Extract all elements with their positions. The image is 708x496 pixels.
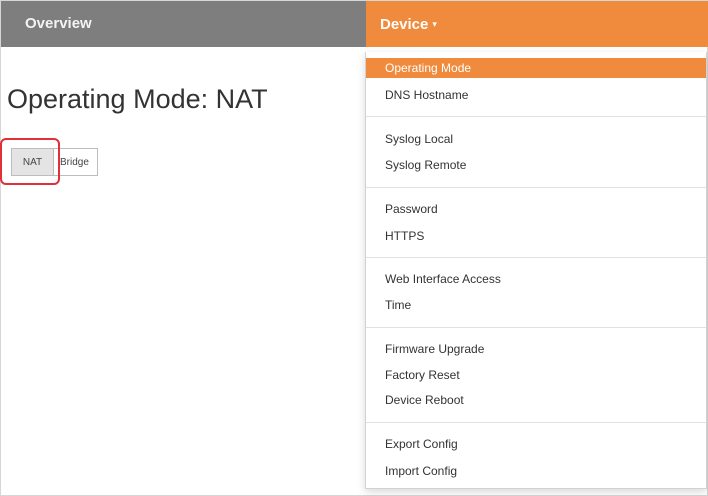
menu-item-syslog-remote[interactable]: Syslog Remote bbox=[366, 155, 706, 175]
top-navigation-bar: Overview Device ▾ bbox=[1, 1, 708, 47]
menu-divider bbox=[366, 422, 706, 423]
mode-nat-button[interactable]: NAT bbox=[11, 148, 53, 176]
operating-mode-toggle: NAT Bridge bbox=[11, 148, 98, 178]
menu-item-firmware-upgrade[interactable]: Firmware Upgrade bbox=[366, 339, 706, 359]
nav-device-menu[interactable]: Device ▾ bbox=[366, 1, 708, 47]
menu-item-password[interactable]: Password bbox=[366, 199, 706, 219]
menu-item-dns-hostname[interactable]: DNS Hostname bbox=[366, 85, 706, 105]
menu-divider bbox=[366, 327, 706, 328]
menu-item-operating-mode[interactable]: Operating Mode bbox=[366, 58, 706, 78]
menu-divider bbox=[366, 257, 706, 258]
page-title: Operating Mode: NAT bbox=[7, 84, 268, 114]
nav-overview[interactable]: Overview bbox=[25, 1, 92, 47]
menu-item-time[interactable]: Time bbox=[366, 295, 706, 315]
menu-divider bbox=[366, 116, 706, 117]
menu-item-import-config[interactable]: Import Config bbox=[366, 461, 706, 481]
menu-divider bbox=[366, 187, 706, 188]
device-dropdown-menu: Operating Mode DNS Hostname Syslog Local… bbox=[365, 52, 707, 489]
chevron-down-icon: ▾ bbox=[432, 19, 437, 29]
mode-bridge-button[interactable]: Bridge bbox=[53, 148, 98, 176]
menu-item-device-reboot[interactable]: Device Reboot bbox=[366, 390, 706, 410]
nav-device-label: Device bbox=[380, 16, 429, 33]
menu-item-web-interface-access[interactable]: Web Interface Access bbox=[366, 269, 706, 289]
menu-item-factory-reset[interactable]: Factory Reset bbox=[366, 365, 706, 385]
menu-item-export-config[interactable]: Export Config bbox=[366, 434, 706, 454]
menu-item-syslog-local[interactable]: Syslog Local bbox=[366, 129, 706, 149]
menu-item-https[interactable]: HTTPS bbox=[366, 226, 706, 246]
